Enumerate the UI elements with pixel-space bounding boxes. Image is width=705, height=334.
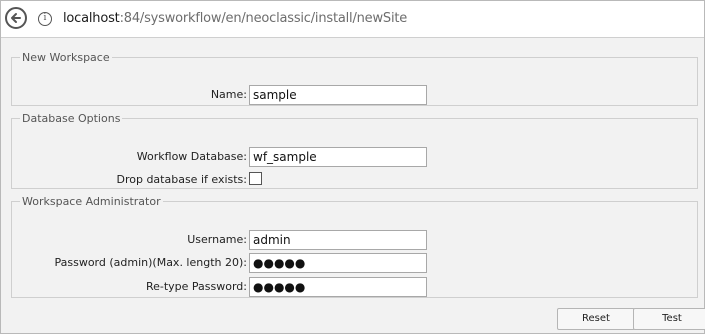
drop-database-row: Drop database if exists: (12, 170, 697, 190)
back-arrow-icon (11, 13, 21, 23)
drop-database-checkbox[interactable] (249, 172, 262, 185)
workspace-administrator-legend: Workspace Administrator (22, 195, 161, 208)
url-path: :84/sysworkflow/en/neoclassic/install/ne… (119, 11, 408, 26)
workspace-administrator-section: Workspace Administrator Username: Passwo… (11, 195, 698, 298)
password-input[interactable] (249, 253, 427, 273)
name-row: Name: (12, 85, 697, 105)
password-label: Password (admin)(Max. length 20): (54, 256, 247, 269)
name-label: Name: (210, 88, 247, 101)
database-options-section: Database Options Workflow Database: Drop… (11, 112, 698, 189)
retype-password-row: Re-type Password: (12, 277, 697, 297)
reset-button[interactable]: Reset (557, 308, 635, 330)
username-row: Username: (12, 230, 697, 250)
retype-password-input[interactable] (249, 277, 427, 297)
browser-address-bar: i localhost:84/sysworkflow/en/neoclassic… (1, 1, 704, 38)
username-label: Username: (187, 233, 247, 246)
database-options-legend: Database Options (22, 112, 121, 125)
new-workspace-legend: New Workspace (22, 51, 110, 64)
workflow-database-label: Workflow Database: (136, 150, 247, 163)
workflow-database-row: Workflow Database: (12, 147, 697, 167)
name-input[interactable] (249, 85, 427, 105)
back-button[interactable] (5, 7, 27, 29)
page-content: New Workspace Name: Database Options Wor… (1, 38, 705, 333)
username-input[interactable] (249, 230, 427, 250)
workflow-database-input[interactable] (249, 147, 427, 167)
retype-password-label: Re-type Password: (145, 280, 247, 293)
url-field[interactable]: localhost:84/sysworkflow/en/neoclassic/i… (63, 11, 407, 26)
drop-database-label: Drop database if exists: (116, 173, 247, 186)
url-host: localhost (63, 11, 120, 26)
test-button[interactable]: Test (633, 308, 705, 330)
info-icon[interactable]: i (38, 12, 52, 26)
password-row: Password (admin)(Max. length 20): (12, 253, 697, 273)
new-workspace-section: New Workspace Name: (11, 51, 698, 106)
